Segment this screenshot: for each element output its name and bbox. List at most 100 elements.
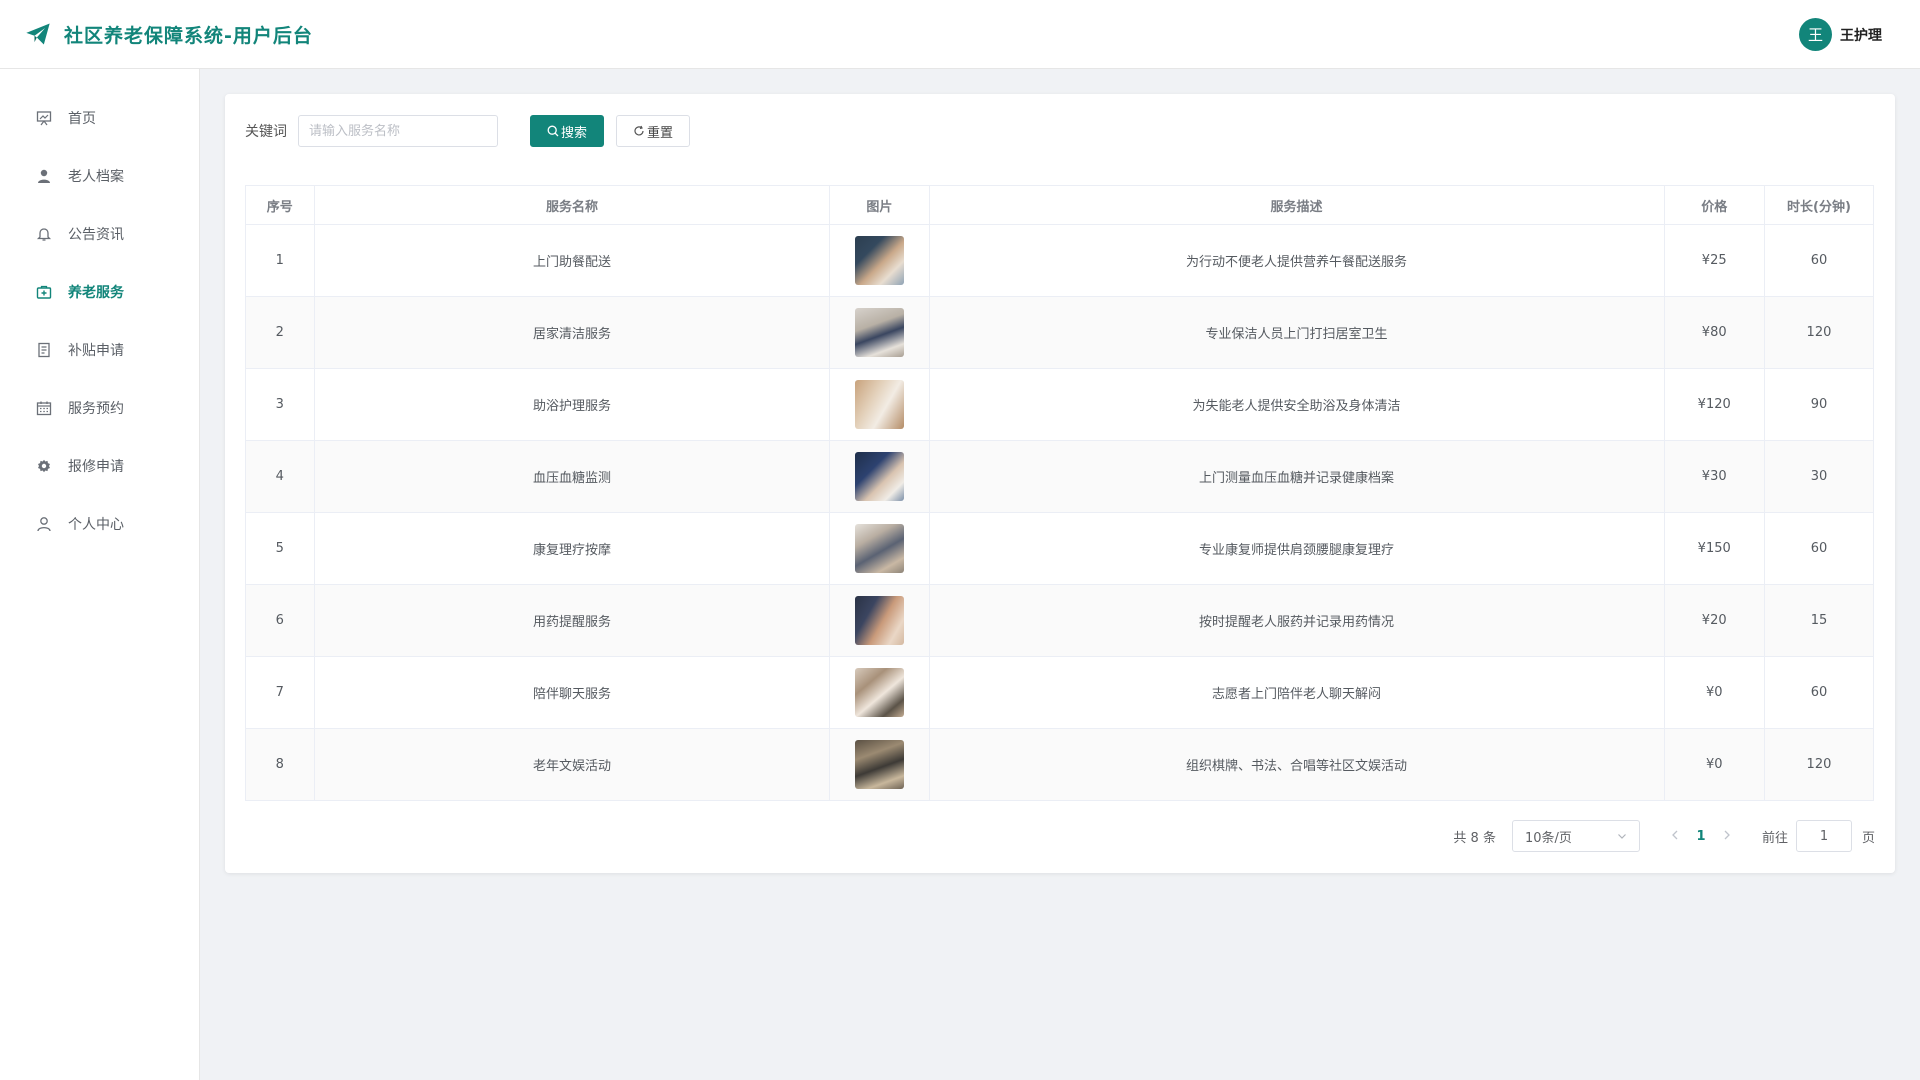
table-row[interactable]: 1 上门助餐配送 为行动不便老人提供营养午餐配送服务 ¥25 60 bbox=[245, 224, 1875, 297]
sidebar-item-label: 公告资讯 bbox=[68, 227, 124, 243]
cell-index: 5 bbox=[245, 512, 315, 585]
table-row[interactable]: 4 血压血糖监测 上门测量血压血糖并记录健康档案 ¥30 30 bbox=[245, 440, 1875, 513]
table-row[interactable]: 7 陪伴聊天服务 志愿者上门陪伴老人聊天解闷 ¥0 60 bbox=[245, 656, 1875, 729]
medication-reminder-photo[interactable] bbox=[854, 596, 904, 645]
chevron-down-icon bbox=[1618, 834, 1626, 839]
sidebar-item-service-booking[interactable]: 服务预约 bbox=[0, 379, 199, 437]
prev-page-button[interactable] bbox=[1664, 829, 1686, 844]
cell-service-name: 血压血糖监测 bbox=[313, 440, 831, 513]
recreation-activity-photo[interactable] bbox=[854, 740, 904, 789]
username[interactable]: 王护理 bbox=[1840, 25, 1882, 45]
table-row[interactable]: 3 助浴护理服务 为失能老人提供安全助浴及身体清洁 ¥120 90 bbox=[245, 368, 1875, 441]
meal-delivery-photo[interactable] bbox=[854, 236, 904, 285]
cell-index: 8 bbox=[245, 728, 315, 801]
paper-plane-icon bbox=[26, 23, 50, 45]
cell-duration: 60 bbox=[1763, 512, 1875, 585]
table-row[interactable]: 5 康复理疗按摩 专业康复师提供肩颈腰腿康复理疗 ¥150 60 bbox=[245, 512, 1875, 585]
total-count: 共 8 条 bbox=[1453, 830, 1496, 846]
home-cleaning-photo[interactable] bbox=[854, 308, 904, 357]
sidebar-item-label: 养老服务 bbox=[68, 285, 124, 301]
sidebar: 首页 老人档案 公告资讯 养老服务 补贴申请 服务预约 报修申请 个人中心 bbox=[0, 69, 200, 1080]
sidebar-item-home[interactable]: 首页 bbox=[0, 89, 199, 147]
search-bar: 关键词 搜索 重置 bbox=[245, 115, 690, 147]
cell-index: 6 bbox=[245, 584, 315, 657]
keyword-label: 关键词 bbox=[245, 124, 287, 140]
bathing-care-photo[interactable] bbox=[854, 380, 904, 429]
sidebar-item-label: 首页 bbox=[68, 111, 96, 127]
cell-image bbox=[829, 440, 930, 513]
cell-index: 2 bbox=[245, 296, 315, 369]
sidebar-item-elderly-services[interactable]: 养老服务 bbox=[0, 263, 199, 321]
cell-description: 按时提醒老人服药并记录用药情况 bbox=[928, 584, 1665, 657]
column-header-description: 服务描述 bbox=[928, 185, 1665, 225]
user-solid-icon bbox=[35, 167, 53, 185]
cell-image bbox=[829, 656, 930, 729]
cell-service-name: 助浴护理服务 bbox=[313, 368, 831, 441]
cell-description: 志愿者上门陪伴老人聊天解闷 bbox=[928, 656, 1665, 729]
cell-image bbox=[829, 584, 930, 657]
cell-price: ¥80 bbox=[1663, 296, 1765, 369]
column-header-duration: 时长(分钟) bbox=[1763, 185, 1875, 225]
cell-price: ¥0 bbox=[1663, 728, 1765, 801]
avatar[interactable]: 王 bbox=[1799, 18, 1832, 51]
cell-image bbox=[829, 512, 930, 585]
search-button-label: 搜索 bbox=[560, 125, 587, 141]
cell-duration: 60 bbox=[1763, 656, 1875, 729]
cell-duration: 120 bbox=[1763, 296, 1875, 369]
sidebar-item-announcements[interactable]: 公告资讯 bbox=[0, 205, 199, 263]
cell-description: 组织棋牌、书法、合唱等社区文娱活动 bbox=[928, 728, 1665, 801]
cell-description: 上门测量血压血糖并记录健康档案 bbox=[928, 440, 1665, 513]
next-page-button[interactable] bbox=[1716, 829, 1738, 844]
pagination: 共 8 条 10条/页 1 前往 页 bbox=[1453, 820, 1875, 852]
cell-image bbox=[829, 224, 930, 297]
cell-price: ¥150 bbox=[1663, 512, 1765, 585]
cell-price: ¥0 bbox=[1663, 656, 1765, 729]
sidebar-item-elder-profiles[interactable]: 老人档案 bbox=[0, 147, 199, 205]
keyword-input[interactable] bbox=[298, 115, 498, 147]
search-button[interactable]: 搜索 bbox=[530, 115, 604, 147]
health-monitor-photo[interactable] bbox=[854, 452, 904, 501]
chevron-left-icon bbox=[1672, 830, 1678, 839]
table-row[interactable]: 6 用药提醒服务 按时提醒老人服药并记录用药情况 ¥20 15 bbox=[245, 584, 1875, 657]
cell-price: ¥120 bbox=[1663, 368, 1765, 441]
cell-description: 为失能老人提供安全助浴及身体清洁 bbox=[928, 368, 1665, 441]
page-size-select[interactable]: 10条/页 bbox=[1511, 820, 1640, 852]
document-icon bbox=[35, 341, 53, 359]
column-header-image: 图片 bbox=[829, 185, 930, 225]
search-icon bbox=[547, 125, 559, 137]
cell-duration: 60 bbox=[1763, 224, 1875, 297]
sidebar-item-label: 补贴申请 bbox=[68, 343, 124, 359]
sidebar-item-repair-request[interactable]: 报修申请 bbox=[0, 437, 199, 495]
page-number-current[interactable]: 1 bbox=[1686, 829, 1716, 844]
page-suffix: 页 bbox=[1861, 830, 1875, 846]
cell-service-name: 老年文娱活动 bbox=[313, 728, 831, 801]
sidebar-item-subsidy-application[interactable]: 补贴申请 bbox=[0, 321, 199, 379]
cell-duration: 15 bbox=[1763, 584, 1875, 657]
sidebar-item-personal-center[interactable]: 个人中心 bbox=[0, 495, 199, 553]
first-aid-kit-icon bbox=[35, 283, 53, 301]
column-header-index: 序号 bbox=[245, 185, 315, 225]
table-row[interactable]: 8 老年文娱活动 组织棋牌、书法、合唱等社区文娱活动 ¥0 120 bbox=[245, 728, 1875, 801]
cell-price: ¥25 bbox=[1663, 224, 1765, 297]
cell-duration: 120 bbox=[1763, 728, 1875, 801]
companionship-photo[interactable] bbox=[854, 668, 904, 717]
cell-index: 7 bbox=[245, 656, 315, 729]
cell-index: 1 bbox=[245, 224, 315, 297]
cell-price: ¥20 bbox=[1663, 584, 1765, 657]
goto-label: 前往 bbox=[1761, 830, 1788, 846]
sidebar-item-label: 老人档案 bbox=[68, 169, 124, 185]
cell-service-name: 陪伴聊天服务 bbox=[313, 656, 831, 729]
rehab-massage-photo[interactable] bbox=[854, 524, 904, 573]
cell-duration: 30 bbox=[1763, 440, 1875, 513]
goto-page-input[interactable] bbox=[1795, 820, 1852, 852]
user-menu[interactable]: 王 王护理 bbox=[1799, 18, 1882, 51]
cell-description: 为行动不便老人提供营养午餐配送服务 bbox=[928, 224, 1665, 297]
column-header-price: 价格 bbox=[1663, 185, 1765, 225]
reset-button[interactable]: 重置 bbox=[616, 115, 690, 147]
brand[interactable]: 社区养老保障系统-用户后台 bbox=[24, 20, 313, 48]
service-table: 序号 服务名称 图片 服务描述 价格 时长(分钟) 1 上门助餐配送 为行动不便… bbox=[245, 185, 1875, 801]
sidebar-item-label: 个人中心 bbox=[68, 517, 124, 533]
table-row[interactable]: 2 居家清洁服务 专业保洁人员上门打扫居室卫生 ¥80 120 bbox=[245, 296, 1875, 369]
cell-service-name: 用药提醒服务 bbox=[313, 584, 831, 657]
column-header-service-name: 服务名称 bbox=[313, 185, 831, 225]
